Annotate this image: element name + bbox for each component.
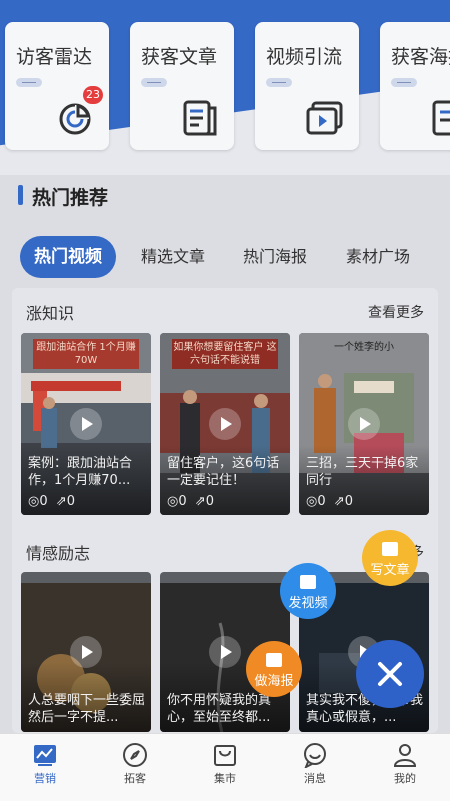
card-title: 获客文章: [141, 46, 218, 68]
write-article-label: 写文章: [370, 563, 410, 578]
see-more-link[interactable]: 查看更多: [368, 302, 424, 322]
video-card[interactable]: 跟加油站合作 1个月赚70W 案例：跟加油站合作，1个月赚70... ◎0 ⇗0: [21, 333, 151, 515]
nav-label: 我的: [394, 772, 416, 785]
bottom-navigation: 营销 拓客 集市 消息 我的: [0, 733, 450, 801]
play-icon: [348, 408, 380, 440]
views-count: 0: [317, 494, 326, 509]
share-count: 0: [66, 494, 76, 509]
section-title: 热门推荐: [32, 187, 109, 209]
play-icon: [70, 408, 102, 440]
nav-label: 消息: [304, 772, 326, 785]
share-count: 0: [205, 494, 215, 509]
video-title: 你不用怀疑我的真心，至始至终都...: [167, 693, 272, 725]
make-poster-button[interactable]: 做海报: [246, 641, 302, 697]
category-tabs: 热门视频 精选文章 热门海报 素材广场: [20, 236, 450, 278]
card-articles[interactable]: 获客文章: [130, 22, 234, 150]
make-poster-label: 做海报: [254, 674, 294, 689]
poster-icon: [266, 653, 282, 667]
video-stats: ◎0 ⇗0: [28, 494, 75, 509]
poster-caption: 如果你想要留住客户 这六句话不能说错: [172, 339, 278, 369]
video-stats: ◎0 ⇗0: [167, 494, 214, 509]
article-icon: [382, 542, 398, 556]
video-title: 三招，三天干掉6家同行: [306, 456, 419, 488]
video-card[interactable]: 如果你想要留住客户 这六句话不能说错 留住客户，这6句话一定要记住！ ◎0 ⇗0: [160, 333, 290, 515]
play-icon: [209, 408, 241, 440]
video-title: 留住客户，这6句话一定要记住！: [167, 456, 280, 488]
message-smile-icon: [304, 743, 326, 768]
poster-caption: 一个姓李的小: [334, 342, 394, 353]
video-title: 人总要咽下一些委屈然后一字不提...: [28, 693, 146, 725]
card-title: 视频引流: [266, 46, 343, 68]
tab-articles[interactable]: 精选文章: [141, 236, 205, 278]
nav-messages[interactable]: 消息: [270, 738, 360, 798]
user-icon: [393, 744, 417, 767]
views-count: 0: [39, 494, 48, 509]
notification-badge: 23: [83, 86, 103, 104]
nav-expand[interactable]: 拓客: [90, 738, 180, 798]
arrow-icon: [16, 78, 42, 87]
tab-hot-videos[interactable]: 热门视频: [20, 236, 116, 278]
poster-icon: [432, 100, 450, 136]
card-poster[interactable]: 获客海报: [380, 22, 450, 150]
nav-label: 拓客: [124, 772, 146, 785]
video-card[interactable]: 人总要咽下一些委屈然后一字不提...: [21, 572, 151, 732]
share-icon: ⇗: [55, 494, 67, 509]
nav-label: 集市: [214, 772, 236, 785]
nav-profile[interactable]: 我的: [360, 738, 450, 798]
video-stats: ◎0 ⇗0: [306, 494, 353, 509]
document-icon: [183, 100, 217, 136]
views-icon: ◎: [28, 494, 40, 509]
feature-cards: 访客雷达 23 获客文章 视频引流 获客海报: [0, 0, 450, 175]
nav-marketing[interactable]: 营销: [0, 738, 90, 798]
group-title: 涨知识: [26, 304, 75, 323]
share-count: 0: [344, 494, 354, 509]
arrow-icon: [391, 78, 417, 87]
card-title: 访客雷达: [16, 46, 93, 68]
post-video-label: 发视频: [288, 596, 328, 611]
nav-label: 营销: [34, 772, 56, 785]
share-icon: ⇗: [194, 494, 206, 509]
card-video[interactable]: 视频引流: [255, 22, 359, 150]
close-icon: [378, 662, 402, 686]
card-title: 获客海报: [391, 46, 450, 68]
group-title: 情感励志: [26, 544, 91, 563]
arrow-icon: [266, 78, 292, 87]
poster-caption: 跟加油站合作 1个月赚70W: [33, 339, 139, 369]
video-title: 案例：跟加油站合作，1个月赚70...: [28, 456, 133, 488]
views-count: 0: [178, 494, 187, 509]
tab-posters[interactable]: 热门海报: [243, 236, 307, 278]
post-video-button[interactable]: 发视频: [280, 563, 336, 619]
card-visitor-radar[interactable]: 访客雷达 23: [5, 22, 109, 150]
views-icon: ◎: [167, 494, 179, 509]
write-article-button[interactable]: 写文章: [362, 530, 418, 586]
tab-materials[interactable]: 素材广场: [346, 236, 410, 278]
video-icon: [300, 575, 316, 589]
compass-icon: [123, 743, 147, 767]
radar-chart-icon: [59, 103, 91, 135]
nav-market[interactable]: 集市: [180, 738, 270, 798]
views-icon: ◎: [306, 494, 318, 509]
arrow-icon: [141, 78, 167, 87]
video-card[interactable]: 一个姓李的小 三招，三天干掉6家同行 ◎0 ⇗0: [299, 333, 429, 515]
video-play-icon: [306, 101, 343, 135]
close-menu-button[interactable]: [356, 640, 424, 708]
share-icon: ⇗: [333, 494, 345, 509]
shopping-bag-icon: [214, 745, 236, 766]
chart-icon: [34, 745, 56, 766]
